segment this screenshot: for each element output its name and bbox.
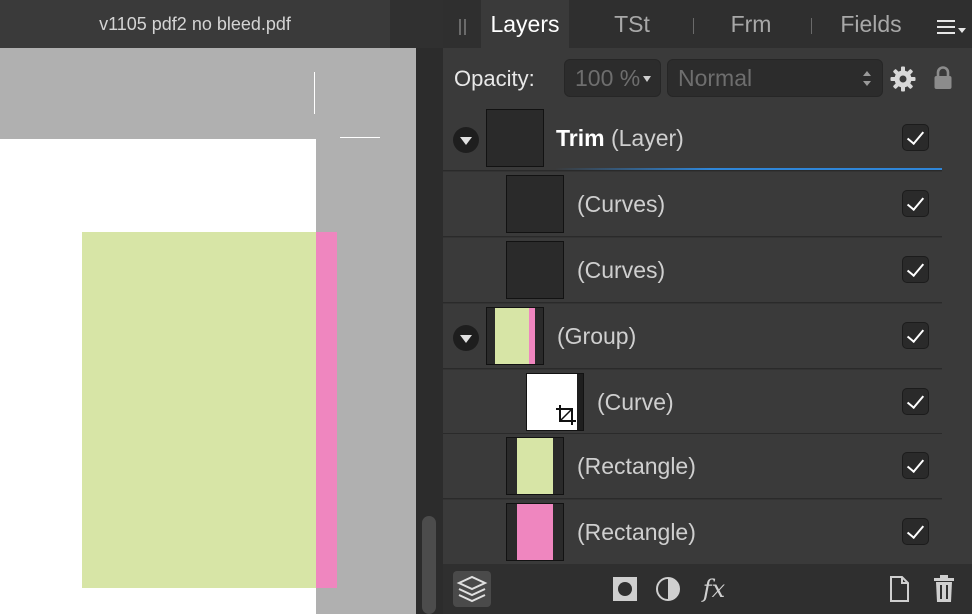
opacity-field[interactable]: 100 %: [564, 59, 661, 97]
layer-name: (Curve): [597, 389, 674, 415]
layers-panel: Layers TSt Frm Fields Opacity: 100 % Nor…: [443, 0, 972, 614]
visibility-checkbox[interactable]: [902, 518, 929, 545]
scrollbar-thumb[interactable]: [422, 516, 436, 614]
fx-icon[interactable]: fx: [695, 571, 733, 607]
adjustment-icon[interactable]: [649, 571, 687, 607]
crop-icon: [556, 405, 576, 425]
mask-icon[interactable]: [606, 571, 644, 607]
tab-label: TSt: [614, 10, 650, 37]
visibility-checkbox[interactable]: [902, 124, 929, 151]
visibility-checkbox[interactable]: [902, 190, 929, 217]
pink-rectangle[interactable]: [316, 232, 337, 588]
panel-scrollbar[interactable]: [942, 106, 972, 564]
panel-tab-bar: Layers TSt Frm Fields: [443, 0, 972, 48]
blend-mode-value: Normal: [678, 64, 753, 91]
selection-highlight: [555, 168, 942, 170]
stepper-up-icon: [863, 71, 871, 76]
visibility-checkbox[interactable]: [902, 256, 929, 283]
tab-text-styles[interactable]: TSt: [583, 0, 681, 48]
canvas[interactable]: [0, 48, 416, 614]
layer-row-rectangle[interactable]: (Rectangle): [443, 434, 942, 499]
canvas-vertical-scrollbar[interactable]: [416, 48, 443, 614]
visibility-checkbox[interactable]: [902, 452, 929, 479]
crop-mark-vertical: [314, 72, 315, 114]
layer-thumbnail: [506, 503, 564, 561]
visibility-checkbox[interactable]: [902, 322, 929, 349]
opacity-label: Opacity:: [454, 66, 535, 91]
layer-row-group[interactable]: (Group): [443, 304, 942, 369]
layer-thumbnail: [506, 241, 564, 299]
layer-row-curve[interactable]: (Curve): [443, 370, 942, 434]
layer-name: Trim (Layer): [556, 125, 684, 151]
green-rectangle[interactable]: [82, 232, 316, 588]
tab-bar-empty: [390, 0, 443, 48]
layer-name: (Rectangle): [577, 519, 696, 545]
crop-mark-horizontal: [340, 137, 380, 138]
layer-row-curves[interactable]: (Curves): [443, 172, 942, 237]
layer-row-trim[interactable]: Trim (Layer): [443, 106, 942, 171]
layers-stack-icon[interactable]: [453, 571, 491, 607]
opacity-value: 100 %: [575, 64, 641, 91]
expand-triangle-icon[interactable]: [453, 127, 479, 153]
tab-separator: [811, 18, 812, 34]
layer-name: (Curves): [577, 257, 666, 283]
layer-row-curves[interactable]: (Curves): [443, 238, 942, 303]
layer-list[interactable]: Trim (Layer) (Curves) (Curves) (Group) (…: [443, 106, 942, 564]
layer-row-rectangle[interactable]: (Rectangle): [443, 500, 942, 564]
panel-grip-handle[interactable]: [459, 19, 466, 35]
layer-thumbnail: [526, 373, 584, 431]
layer-thumbnail: [506, 437, 564, 495]
layer-thumbnail: [486, 307, 544, 365]
visibility-checkbox[interactable]: [902, 388, 929, 415]
tab-label: Layers: [490, 10, 560, 37]
hamburger-menu-icon[interactable]: [937, 18, 967, 38]
layer-thumbnail: [486, 109, 544, 167]
layer-thumbnail: [506, 175, 564, 233]
lock-icon[interactable]: [932, 65, 954, 91]
layer-name: (Curves): [577, 191, 666, 217]
tab-layers[interactable]: Layers: [481, 0, 569, 48]
expand-triangle-icon[interactable]: [453, 325, 479, 351]
tab-separator: [693, 18, 694, 34]
document-title: v1105 pdf2 no bleed.pdf: [99, 13, 291, 34]
gear-icon[interactable]: [890, 66, 916, 92]
tab-frames[interactable]: Frm: [705, 0, 797, 48]
document-tab[interactable]: v1105 pdf2 no bleed.pdf: [0, 0, 390, 49]
tab-label: Fields: [840, 10, 902, 37]
tab-fields[interactable]: Fields: [825, 0, 917, 48]
stepper-down-icon: [863, 81, 871, 86]
new-document-icon[interactable]: [880, 571, 918, 607]
trash-icon[interactable]: [925, 571, 963, 607]
layer-name: (Group): [557, 323, 637, 349]
chevron-down-icon: [643, 76, 651, 82]
blend-mode-select[interactable]: Normal: [667, 59, 883, 97]
panel-footer: fx: [443, 564, 972, 614]
layer-name: (Rectangle): [577, 453, 696, 479]
document-area: v1105 pdf2 no bleed.pdf: [0, 0, 443, 614]
tab-label: Frm: [730, 10, 772, 37]
